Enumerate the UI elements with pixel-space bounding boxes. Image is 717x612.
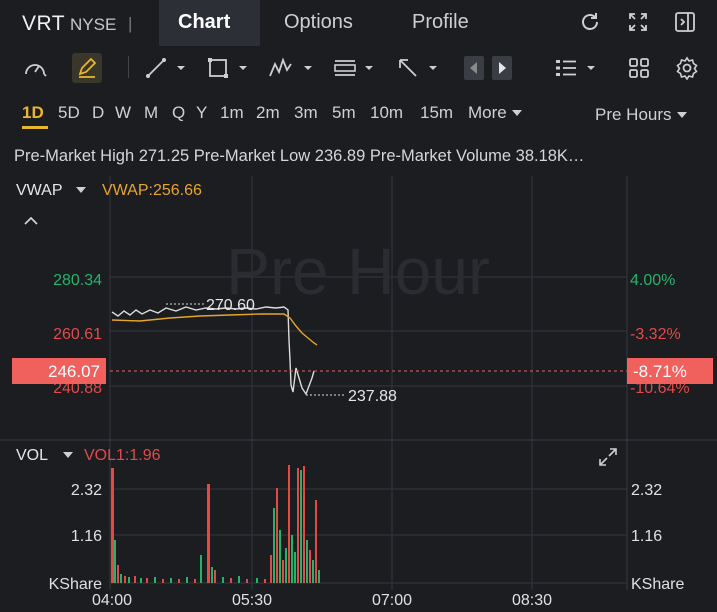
vol-left-axis-unit: KShare [49,576,102,593]
fullscreen-icon[interactable] [626,10,650,34]
rectangle-tool-icon[interactable] [206,56,252,80]
next-button[interactable] [492,56,512,80]
current-pct-text: -8.71% [633,362,687,381]
list-layout-icon[interactable] [554,56,600,80]
refresh-icon[interactable] [578,10,602,34]
caret-down-icon [512,110,523,116]
volume-bars [111,465,320,583]
x-tick-0830: 08:30 [512,592,552,609]
period-5d[interactable]: 5D [58,103,80,123]
arrow-tool-icon[interactable] [396,56,442,80]
more-periods-dropdown[interactable]: More [468,103,523,123]
tab-chart[interactable]: Chart [178,11,230,34]
premarket-info-line: Pre-Market High 271.25 Pre-Market Low 23… [14,147,585,165]
session-label: Pre Hours [595,105,672,124]
caret-down-icon [677,112,688,118]
grid-layout-icon[interactable] [626,56,652,80]
active-period-underline [22,126,48,129]
toolbar-divider [128,56,129,78]
vwap-indicator-label: VWAP [16,182,63,199]
expand-icon[interactable] [597,446,619,468]
period-1d[interactable]: 1D [22,103,44,123]
app-root: VRT NYSE | Chart Options Profile 1D 5D D… [0,0,717,612]
caret-down-icon [75,187,86,193]
vol-indicator-label: VOL [16,447,48,464]
x-tick-0700: 07:00 [372,592,412,609]
vwap-line [111,313,318,346]
vwap-indicator-selector[interactable]: VWAP [16,182,87,200]
tab-options[interactable]: Options [284,11,353,34]
x-tick-0400: 04:00 [92,592,132,609]
period-15m[interactable]: 15m [420,103,453,123]
high-annotation: 270.60 [206,297,255,314]
low-annotation: 237.88 [348,388,397,405]
wave-pattern-tool-icon[interactable] [268,56,316,80]
speedometer-icon[interactable] [22,56,48,80]
tab-profile[interactable]: Profile [412,11,469,34]
vol-value: VOL1:1.96 [84,447,161,464]
current-price-text: 246.07 [48,362,100,381]
horizontal-grid [110,276,627,584]
period-w[interactable]: W [115,103,131,123]
left-axis-mid: 260.61 [53,326,102,343]
vol-right-axis-high: 2.32 [631,482,662,499]
collapse-panel-icon[interactable] [673,10,697,34]
trend-line-tool-icon[interactable] [144,56,190,80]
session-dropdown[interactable]: Pre Hours [595,105,688,125]
period-1m[interactable]: 1m [220,103,244,123]
header-separator: | [128,14,133,33]
period-y[interactable]: Y [196,103,207,123]
more-label: More [468,103,507,122]
period-q[interactable]: Q [172,103,185,123]
vwap-value: VWAP:256.66 [102,182,202,199]
period-10m[interactable]: 10m [370,103,403,123]
ticker-symbol: VRT [22,12,66,35]
vol-indicator-selector[interactable]: VOL [16,447,74,465]
right-axis-high: 4.00% [630,272,675,289]
vol-left-axis-high: 2.32 [71,482,102,499]
triangle-right-icon [499,62,506,74]
pencil-icon[interactable] [74,56,100,80]
exchange-label: NYSE [70,15,117,34]
fibonacci-tool-icon[interactable] [332,56,378,80]
price-line [111,306,315,396]
period-m[interactable]: M [144,103,158,123]
vol-right-axis-unit: KShare [631,576,684,593]
vol-right-axis-mid: 1.16 [631,528,662,545]
triangle-left-icon [470,62,477,74]
chevron-up-icon[interactable] [22,214,40,228]
prev-button[interactable] [464,56,484,80]
vol-left-axis-mid: 1.16 [71,528,102,545]
watermark-text: Pre Hour [226,234,490,308]
period-d[interactable]: D [92,103,104,123]
chart-canvas[interactable]: Pre Hour 270.60 237.88 280.34 260.61 240… [0,170,717,612]
period-3m[interactable]: 3m [294,103,318,123]
period-2m[interactable]: 2m [256,103,280,123]
right-axis-mid: -3.32% [630,326,681,343]
left-axis-high: 280.34 [53,272,102,289]
caret-down-icon [62,452,73,458]
gear-icon[interactable] [674,56,700,80]
period-5m[interactable]: 5m [332,103,356,123]
x-tick-0530: 05:30 [232,592,272,609]
